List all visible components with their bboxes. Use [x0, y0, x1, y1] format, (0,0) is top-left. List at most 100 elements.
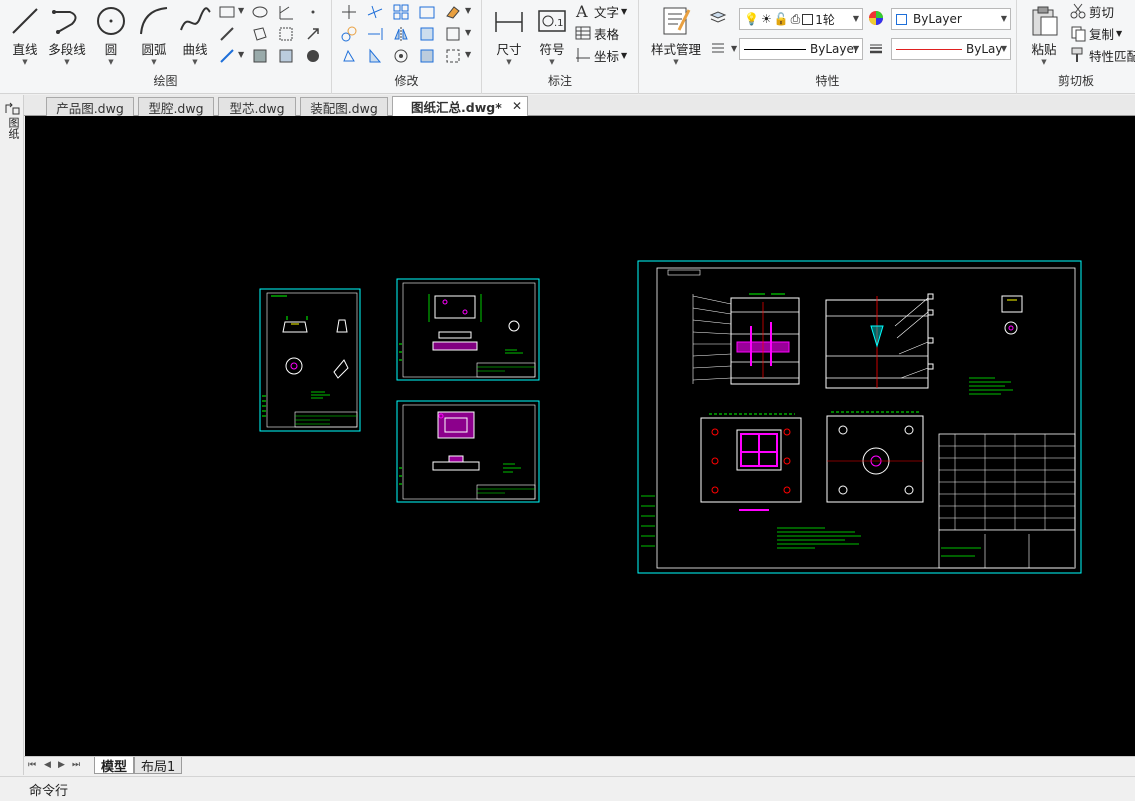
dimension-button[interactable]: 尺寸 ▼	[488, 2, 530, 68]
model-space[interactable]	[25, 116, 1135, 756]
circle-button[interactable]: 圆 ▼	[90, 2, 132, 68]
paste-button[interactable]: 粘贴 ▼	[1023, 2, 1065, 68]
copy-icon	[1071, 26, 1086, 42]
region-button[interactable]	[249, 24, 271, 44]
lineweight-select[interactable]: ByLay ▼	[891, 38, 1011, 60]
close-icon[interactable]: ✕	[512, 99, 522, 113]
clipboard-panel-title: 剪切板	[1057, 74, 1094, 88]
sheet-cavity[interactable]	[396, 278, 540, 381]
chevron-down-icon: ▼	[506, 58, 512, 66]
break-button[interactable]	[442, 46, 464, 66]
tab-assembly[interactable]: 装配图.dwg	[300, 97, 388, 116]
chevron-down-icon[interactable]: ▼	[465, 6, 471, 15]
table-button[interactable]: 表格	[574, 23, 619, 43]
last-layout-icon[interactable]: ⏭	[72, 760, 80, 770]
color-swatch-icon	[896, 13, 907, 25]
tab-model[interactable]: 模型	[94, 757, 135, 775]
rectangle-icon	[219, 6, 235, 18]
coordinate-label: 坐标	[594, 48, 620, 64]
arc-button[interactable]: 圆弧 ▼	[133, 2, 175, 68]
color-wheel-button[interactable]	[865, 8, 887, 28]
tab-cavity[interactable]: 型腔.dwg	[138, 97, 214, 116]
tab-drawing-summary[interactable]: 图纸汇总.dwg* ✕	[392, 96, 528, 116]
mirror-icon	[394, 27, 408, 41]
offset-icon	[419, 6, 435, 19]
ellipse-icon	[252, 6, 268, 18]
wipeout-button[interactable]	[302, 46, 324, 66]
fillet-button[interactable]	[442, 24, 464, 44]
coordinate-button[interactable]: 坐标 ▼	[574, 45, 627, 65]
offset-button[interactable]	[416, 2, 438, 22]
pick-button[interactable]	[302, 24, 324, 44]
construction-line-button[interactable]	[216, 46, 238, 66]
drawing-canvas[interactable]	[25, 116, 1135, 756]
match-properties-button[interactable]: 特性匹配	[1069, 45, 1135, 65]
xline-button[interactable]	[275, 2, 297, 22]
chevron-down-icon[interactable]: ▼	[731, 44, 737, 53]
gradient-button[interactable]	[275, 46, 297, 66]
table-icon	[575, 26, 591, 40]
tab-product-drawing[interactable]: 产品图.dwg	[46, 97, 134, 116]
join-button[interactable]	[416, 46, 438, 66]
layer-properties-button[interactable]	[707, 8, 729, 28]
extend-button[interactable]	[364, 24, 386, 44]
array-button[interactable]	[390, 2, 412, 22]
first-layout-icon[interactable]: ⏮	[28, 760, 36, 770]
polyline-button[interactable]: 多段线 ▼	[45, 2, 89, 68]
region-icon	[253, 27, 267, 41]
ellipse-button[interactable]	[249, 2, 271, 22]
sheet-product[interactable]	[259, 288, 361, 432]
color-select[interactable]: ByLayer ▼	[891, 8, 1011, 30]
ray-button[interactable]	[216, 24, 238, 44]
modify-panel: ▼ ▼ ▼ 修改	[332, 0, 482, 94]
text-button[interactable]: A 文字 ▼	[574, 1, 627, 21]
color-value: ByLayer	[913, 12, 962, 26]
layer-value: 1轮	[815, 12, 835, 27]
sheet-assembly[interactable]	[637, 260, 1082, 574]
chevron-down-icon[interactable]: ▼	[465, 50, 471, 59]
point-button[interactable]	[302, 2, 324, 22]
rectangle-button[interactable]	[216, 2, 238, 22]
tab-core[interactable]: 型芯.dwg	[218, 97, 296, 116]
scale-button[interactable]	[364, 46, 386, 66]
lineweight-icon-button[interactable]	[865, 38, 887, 58]
mirror-button[interactable]	[390, 24, 412, 44]
line-button[interactable]: 直线 ▼	[4, 2, 46, 68]
draw-panel: 直线 ▼ 多段线 ▼ 圆 ▼ 圆弧 ▼ 曲线 ▼ ▼ ▼ 绘图	[0, 0, 332, 94]
explode-button[interactable]	[390, 46, 412, 66]
color-swatch-icon	[802, 13, 814, 25]
trim-button[interactable]	[364, 2, 386, 22]
tab-label: 型腔.dwg	[148, 100, 204, 116]
chevron-down-icon: ▼	[621, 6, 628, 16]
coordinate-icon	[576, 48, 590, 62]
copy-object-button[interactable]	[338, 24, 360, 44]
chevron-down-icon[interactable]: ▼	[238, 50, 244, 59]
text-label: 文字	[594, 4, 620, 20]
command-line[interactable]: 命令行	[0, 776, 1135, 801]
next-layout-icon[interactable]: ▶	[58, 760, 65, 770]
sheet-strip-label[interactable]: 图纸	[5, 117, 20, 139]
layer-select[interactable]: 💡 ☀ 🔓 ⎙ 1轮 ▼	[739, 8, 863, 30]
layer-list-button[interactable]	[707, 38, 729, 58]
spline-button[interactable]: 曲线 ▼	[174, 2, 216, 68]
sheet-set-icon[interactable]	[4, 101, 20, 115]
style-manager-button[interactable]: 样式管理 ▼	[645, 2, 707, 68]
layout-tab-label: 模型	[101, 759, 128, 775]
symbol-button[interactable]: .1 符号 ▼	[531, 2, 573, 68]
boundary-button[interactable]	[275, 24, 297, 44]
prev-layout-icon[interactable]: ◀	[44, 760, 51, 770]
erase-button[interactable]	[442, 2, 464, 22]
hatch-button[interactable]	[249, 46, 271, 66]
line-label: 直线	[12, 42, 38, 57]
chevron-down-icon[interactable]: ▼	[238, 6, 244, 15]
chevron-down-icon[interactable]: ▼	[465, 28, 471, 37]
move-button[interactable]	[338, 2, 360, 22]
symbol-label: 符号	[539, 42, 565, 57]
tab-layout1[interactable]: 布局1	[134, 757, 183, 775]
rotate-button[interactable]	[338, 46, 360, 66]
stretch-button[interactable]	[416, 24, 438, 44]
copy-button[interactable]: 复制 ▼	[1069, 23, 1122, 43]
cut-button[interactable]: 剪切	[1069, 1, 1114, 21]
sheet-core[interactable]	[396, 400, 540, 503]
linetype-select[interactable]: ByLayer ▼	[739, 38, 863, 60]
